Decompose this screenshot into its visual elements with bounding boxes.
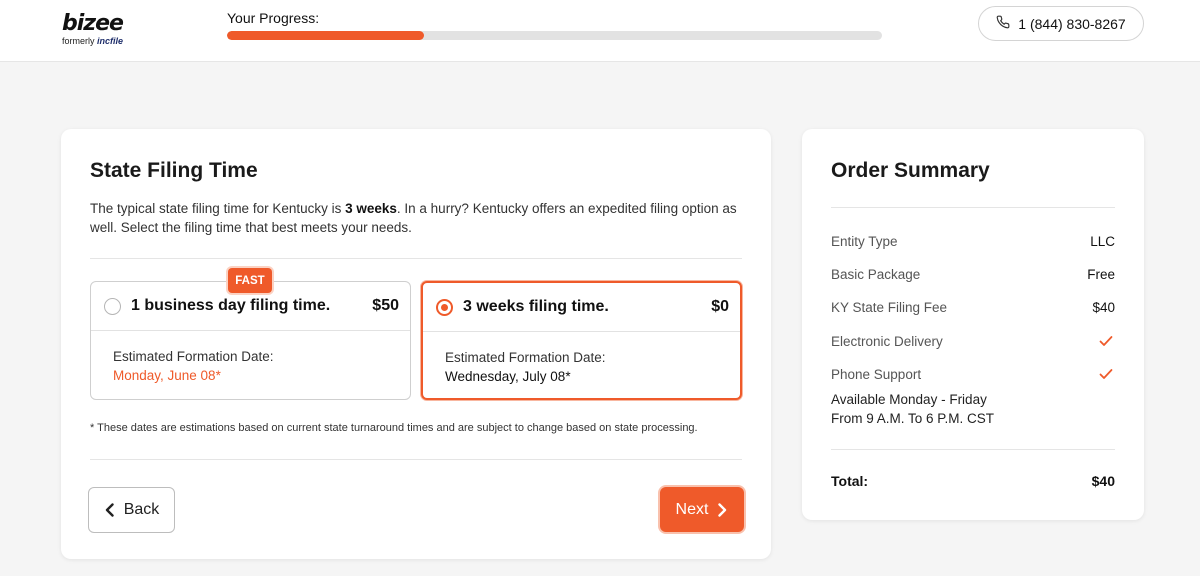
summary-row-value: $40	[1092, 299, 1115, 315]
progress-bar	[227, 31, 882, 40]
radio-button[interactable]	[104, 298, 121, 315]
option-expedited-filing[interactable]: 1 business day filing time. $50 Estimate…	[90, 281, 411, 400]
option-label: 1 business day filing time.	[131, 297, 331, 314]
summary-row-label: Electronic Delivery	[831, 333, 943, 349]
divider	[831, 207, 1115, 208]
option-price: $0	[711, 298, 729, 315]
summary-row-value: LLC	[1090, 233, 1115, 249]
divider	[90, 459, 742, 460]
availability-hours: From 9 A.M. To 6 P.M. CST	[831, 411, 995, 426]
summary-row-label: Entity Type	[831, 233, 898, 249]
availability-days: Available Monday - Friday	[831, 392, 987, 407]
bizee-logo[interactable]: bizee formerly incfile	[62, 13, 134, 49]
divider	[90, 258, 742, 259]
option-price: $50	[372, 297, 399, 314]
check-icon	[1099, 369, 1113, 379]
logo-subtitle: formerly incfile	[62, 36, 134, 47]
desc-text-bold: 3 weeks	[345, 201, 397, 216]
support-availability: Available Monday - Friday From 9 A.M. To…	[831, 390, 994, 428]
divider	[831, 449, 1115, 450]
phone-number-text: 1 (844) 830-8267	[1018, 15, 1126, 32]
order-summary-title: Order Summary	[831, 159, 990, 182]
desc-text-start: The typical state filing time for Kentuc…	[90, 201, 346, 216]
option-standard-filing[interactable]: 3 weeks filing time. $0 Estimated Format…	[421, 281, 742, 400]
fast-badge: FAST	[228, 268, 272, 293]
summary-row-label: Phone Support	[831, 366, 922, 382]
logo-wordmark: bizee	[62, 11, 124, 36]
progress-bar-fill	[227, 31, 424, 40]
back-button-label: Back	[123, 501, 160, 518]
summary-row-value: Free	[1087, 266, 1115, 282]
phone-icon	[996, 15, 1010, 32]
summary-row-state-fee: KY State Filing Fee $40	[831, 297, 1115, 317]
next-button[interactable]: Next	[660, 487, 744, 532]
radio-button-selected[interactable]	[436, 299, 453, 316]
filing-time-card: State Filing Time The typical state fili…	[61, 129, 771, 559]
top-header: bizee formerly incfile Your Progress: 1 …	[0, 0, 1200, 62]
filing-description: The typical state filing time for Kentuc…	[90, 199, 740, 237]
total-label: Total:	[831, 473, 869, 489]
next-button-label: Next	[675, 500, 709, 518]
summary-row-entity-type: Entity Type LLC	[831, 231, 1115, 251]
summary-row-label: KY State Filing Fee	[831, 299, 948, 315]
chevron-left-icon	[105, 503, 114, 517]
phone-number-button[interactable]: 1 (844) 830-8267	[978, 6, 1144, 41]
logo-formerly: formerly	[62, 36, 95, 46]
back-button[interactable]: Back	[88, 487, 175, 533]
total-row: Total: $40	[831, 473, 1115, 489]
option-header: 3 weeks filing time. $0	[423, 283, 740, 332]
estimated-date-value: Monday, June 08*	[113, 368, 221, 383]
estimated-date-label: Estimated Formation Date:	[113, 349, 274, 364]
estimated-date-value: Wednesday, July 08*	[445, 369, 571, 384]
summary-row-label: Basic Package	[831, 266, 921, 282]
summary-row-basic-package: Basic Package Free	[831, 264, 1115, 284]
order-summary-card: Order Summary Entity Type LLC Basic Pack…	[802, 129, 1144, 520]
estimated-date-label: Estimated Formation Date:	[445, 350, 606, 365]
footnote: * These dates are estimations based on c…	[90, 422, 698, 434]
total-value: $40	[1091, 473, 1115, 489]
option-label: 3 weeks filing time.	[463, 298, 609, 315]
summary-row-electronic-delivery: Electronic Delivery	[831, 331, 1115, 351]
chevron-right-icon	[718, 502, 727, 517]
progress-label: Your Progress:	[227, 10, 320, 26]
check-icon	[1099, 336, 1113, 346]
logo-formerly-name: incfile	[97, 36, 124, 46]
summary-row-phone-support: Phone Support	[831, 364, 1115, 384]
page-title: State Filing Time	[90, 159, 258, 182]
